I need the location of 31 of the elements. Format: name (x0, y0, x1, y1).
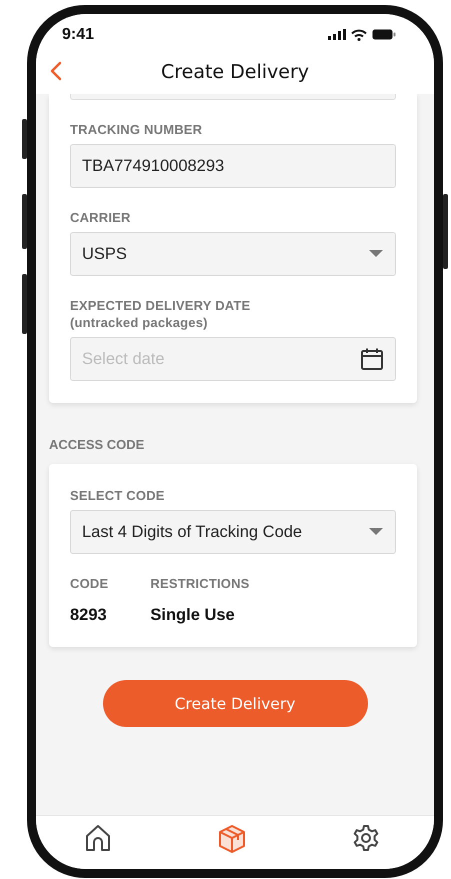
field-label: TRACKING NUMBER (70, 122, 204, 137)
field-hint: (untracked packages) (70, 315, 209, 330)
tracking-number-field[interactable]: TBA774910008293 (70, 144, 396, 188)
wifi-icon (351, 28, 367, 40)
field-label: EXPECTED DELIVERY DATE (70, 298, 252, 313)
detail-label: RESTRICTIONS (150, 576, 250, 591)
detail-value: Single Use (150, 606, 236, 625)
status-time: 9:41 (62, 26, 94, 44)
home-icon (84, 824, 112, 852)
box-icon (218, 824, 246, 854)
back-chevron-icon (50, 61, 62, 81)
field-label: CARRIER (70, 210, 132, 225)
field-value: TBA774910008293 (82, 156, 224, 176)
date-field[interactable]: Select date (70, 337, 396, 381)
signal-icon (328, 29, 346, 40)
calendar-icon (360, 347, 384, 371)
back-button[interactable] (48, 59, 64, 83)
carrier-dropdown[interactable]: USPS (70, 232, 396, 276)
field-value: USPS (82, 244, 127, 264)
screen-title: Create Delivery (160, 60, 310, 82)
code-dropdown[interactable]: Last 4 Digits of Tracking Code (70, 510, 396, 554)
detail-value: 8293 (70, 606, 108, 625)
field-value: Last 4 Digits of Tracking Code (82, 522, 302, 542)
dropdown-caret-icon (369, 528, 383, 536)
package-tab[interactable] (216, 822, 248, 856)
settings-icon (352, 824, 380, 852)
section-heading: ACCESS CODE (49, 437, 146, 452)
field-label: SELECT CODE (70, 488, 166, 503)
battery-icon (372, 29, 396, 40)
dropdown-caret-icon (369, 250, 383, 258)
detail-label: CODE (70, 576, 108, 591)
